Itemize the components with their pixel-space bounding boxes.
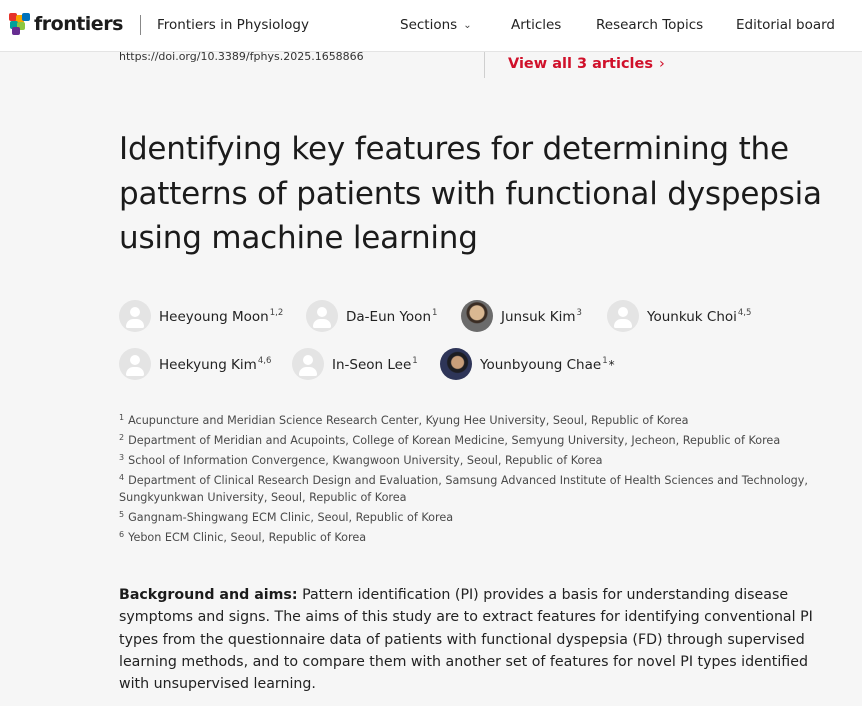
author-affiliation-ref: 4,5 bbox=[737, 307, 752, 318]
author-affiliation-ref: 1 bbox=[602, 355, 608, 366]
author-name: In-Seon Lee bbox=[332, 356, 412, 373]
view-all-articles-link[interactable]: View all 3 articles › bbox=[508, 56, 665, 72]
chevron-down-icon: ⌄ bbox=[463, 20, 472, 31]
author-name: Heekyung Kim bbox=[159, 356, 257, 373]
author-da-eun-yoon[interactable]: Da-Eun Yoon1 bbox=[306, 300, 437, 332]
nav-research-topics[interactable]: Research Topics bbox=[596, 17, 703, 33]
frontiers-logo[interactable]: frontiers bbox=[9, 13, 123, 35]
author-affiliation-ref: 1 bbox=[412, 355, 418, 366]
author-name: Da-Eun Yoon bbox=[346, 308, 432, 325]
view-all-label: View all 3 articles bbox=[508, 56, 653, 72]
affiliation-number: 3 bbox=[119, 453, 125, 462]
author-photo bbox=[440, 348, 472, 380]
avatar-placeholder-icon bbox=[119, 300, 151, 332]
author-name: Younkuk Choi bbox=[647, 308, 737, 325]
affiliation-number: 6 bbox=[119, 530, 125, 539]
affiliation-text: Acupuncture and Meridian Science Researc… bbox=[128, 414, 689, 427]
author-name: Junsuk Kim bbox=[501, 308, 576, 325]
top-navigation-bar: frontiers Frontiers in Physiology Sectio… bbox=[0, 0, 862, 52]
affiliation-number: 4 bbox=[119, 473, 125, 482]
author-younkuk-choi[interactable]: Younkuk Choi4,5 bbox=[607, 300, 751, 332]
affiliation-text: School of Information Convergence, Kwang… bbox=[128, 454, 603, 467]
affiliation-number: 2 bbox=[119, 433, 125, 442]
author-affiliation-ref: 3 bbox=[576, 307, 582, 318]
abstract-heading: Background and aims: bbox=[119, 587, 298, 603]
journal-name[interactable]: Frontiers in Physiology bbox=[157, 17, 309, 33]
nav-editorial-board[interactable]: Editorial board bbox=[736, 17, 835, 33]
author-heekyung-kim[interactable]: Heekyung Kim4,6 bbox=[119, 348, 271, 380]
author-in-seon-lee[interactable]: In-Seon Lee1 bbox=[292, 348, 418, 380]
affiliation-item: 3 School of Information Convergence, Kwan… bbox=[119, 449, 809, 469]
author-affiliation-ref: 1 bbox=[432, 307, 438, 318]
affiliation-text: Gangnam-Shingwang ECM Clinic, Seoul, Rep… bbox=[128, 511, 454, 524]
avatar-placeholder-icon bbox=[607, 300, 639, 332]
affiliation-text: Yebon ECM Clinic, Seoul, Republic of Kor… bbox=[128, 531, 367, 544]
nav-articles[interactable]: Articles bbox=[511, 17, 561, 33]
brand-name: frontiers bbox=[34, 13, 123, 35]
article-title: Identifying key features for determining… bbox=[119, 131, 822, 256]
affiliation-number: 5 bbox=[119, 510, 125, 519]
author-name: Heeyoung Moon bbox=[159, 308, 269, 325]
affiliations-list: 1 Acupuncture and Meridian Science Resear… bbox=[119, 409, 809, 546]
corresponding-author-mark: * bbox=[608, 357, 615, 372]
author-younbyoung-chae[interactable]: Younbyoung Chae1* bbox=[440, 348, 615, 380]
affiliation-text: Department of Clinical Research Design a… bbox=[119, 474, 808, 504]
author-name: Younbyoung Chae bbox=[480, 356, 602, 373]
affiliation-text: Department of Meridian and Acupoints, Co… bbox=[128, 434, 781, 447]
affiliation-item: 2 Department of Meridian and Acupoints, C… bbox=[119, 429, 809, 449]
avatar-placeholder-icon bbox=[119, 348, 151, 380]
nav-sections-label: Sections bbox=[400, 17, 458, 33]
section-divider bbox=[484, 52, 485, 78]
author-affiliation-ref: 4,6 bbox=[257, 355, 272, 366]
author-junsuk-kim[interactable]: Junsuk Kim3 bbox=[461, 300, 582, 332]
author-heeyoung-moon[interactable]: Heeyoung Moon1,2 bbox=[119, 300, 283, 332]
affiliation-number: 1 bbox=[119, 413, 125, 422]
avatar-placeholder-icon bbox=[292, 348, 324, 380]
chevron-right-icon: › bbox=[659, 56, 665, 72]
author-affiliation-ref: 1,2 bbox=[269, 307, 284, 318]
abstract-background: Background and aims: Pattern identificat… bbox=[119, 584, 839, 695]
affiliation-item: 6 Yebon ECM Clinic, Seoul, Republic of Ko… bbox=[119, 526, 809, 546]
affiliation-item: 4 Department of Clinical Research Design … bbox=[119, 469, 809, 506]
nav-sections[interactable]: Sections ⌄ bbox=[400, 17, 472, 33]
affiliation-item: 5 Gangnam-Shingwang ECM Clinic, Seoul, Re… bbox=[119, 506, 809, 526]
avatar-placeholder-icon bbox=[306, 300, 338, 332]
affiliation-item: 1 Acupuncture and Meridian Science Resear… bbox=[119, 409, 809, 429]
header-divider bbox=[140, 15, 141, 35]
author-photo bbox=[461, 300, 493, 332]
frontiers-logo-icon bbox=[9, 13, 30, 35]
